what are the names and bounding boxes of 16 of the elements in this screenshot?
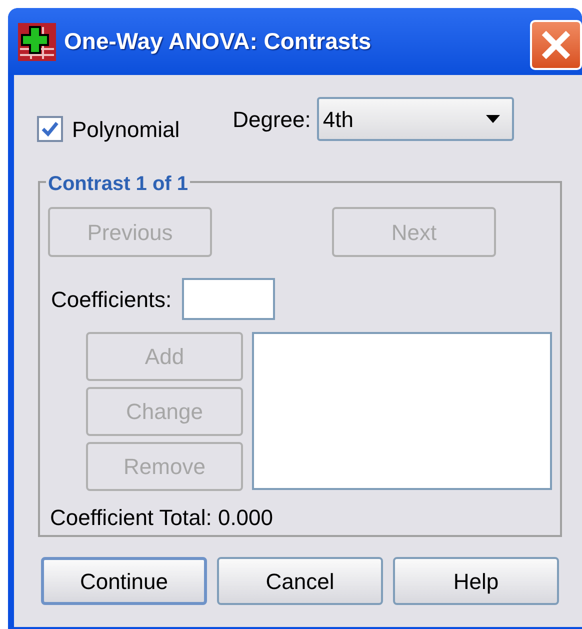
dialog-button[interactable]: Continue — [41, 557, 207, 605]
polynomial-checkbox[interactable] — [37, 116, 63, 142]
coefficients-label: Coefficients: — [51, 286, 172, 314]
dialog-button[interactable]: Help — [393, 557, 559, 605]
polynomial-label: Polynomial — [72, 116, 180, 144]
degree-dropdown[interactable]: 4th — [316, 97, 514, 141]
dropdown-arrow-icon — [486, 115, 500, 123]
coefficients-list[interactable] — [252, 332, 552, 490]
close-icon — [540, 29, 572, 61]
close-button[interactable] — [530, 20, 582, 70]
coefficient-total: Coefficient Total: 0.000 — [50, 504, 274, 532]
degree-label: Degree: — [232, 106, 311, 134]
window-title: One-Way ANOVA: Contrasts — [64, 27, 372, 56]
dialog-button[interactable]: Cancel — [217, 557, 383, 605]
coefficients-field[interactable] — [182, 278, 275, 320]
app-icon — [18, 22, 56, 60]
